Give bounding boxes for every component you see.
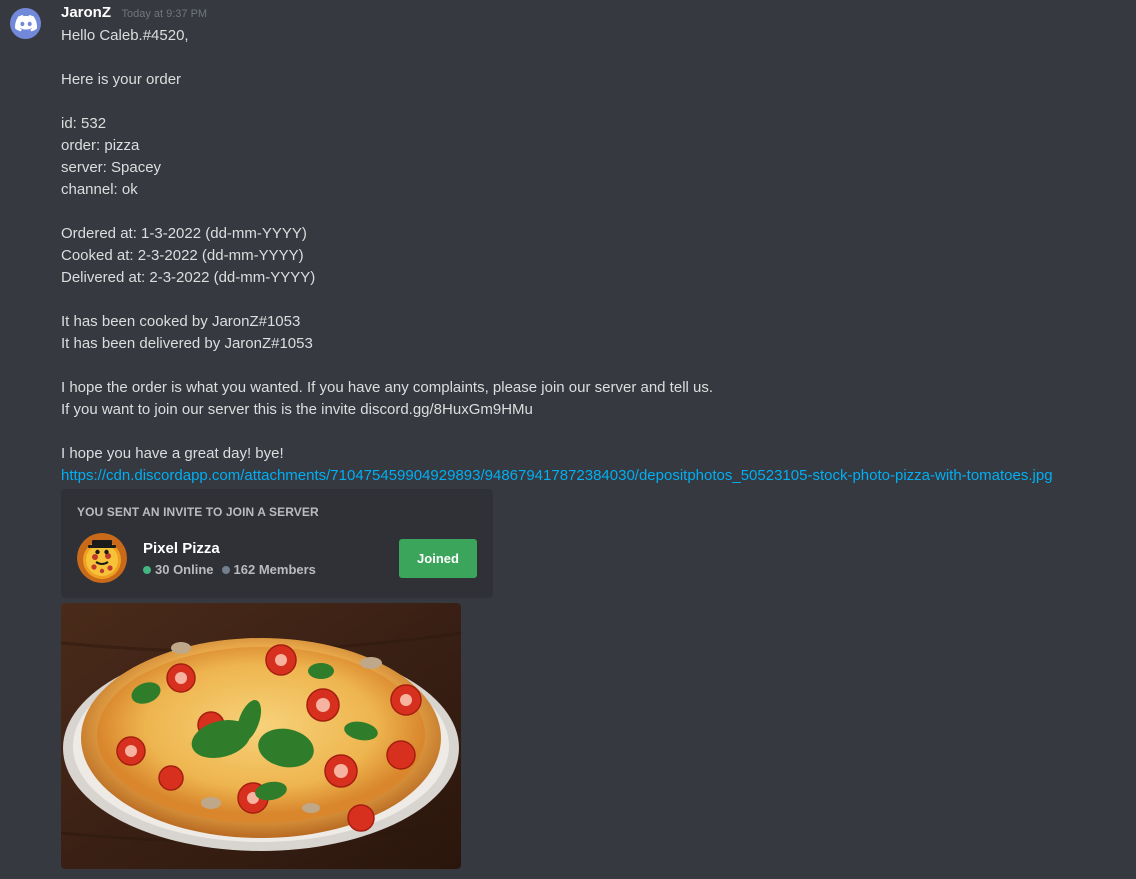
message-line: [61, 289, 1131, 311]
server-name[interactable]: Pixel Pizza: [143, 540, 220, 557]
message-line: order: pizza: [61, 137, 140, 154]
message-line: Here is your order: [61, 71, 182, 88]
server-stats: 30 Online 162 Members: [143, 562, 316, 577]
online-dot-icon: [143, 565, 151, 574]
message-line: [61, 201, 1131, 223]
message-line: id: 532: [61, 115, 107, 132]
message-line: [61, 421, 1131, 443]
username[interactable]: JaronZ: [61, 4, 111, 21]
invite-title: YOU SENT AN INVITE TO JOIN A SERVER: [77, 505, 319, 519]
pizza-photo: [61, 603, 461, 869]
message-line: [61, 47, 1131, 69]
pixel-pizza-server-icon[interactable]: [77, 533, 127, 583]
message-line: Ordered at: 1-3-2022 (dd-mm-YYYY): [61, 225, 307, 242]
member-count: 162 Members: [233, 562, 316, 577]
user-avatar[interactable]: [10, 8, 41, 39]
message-line: It has been cooked by JaronZ#1053: [61, 313, 301, 330]
joined-button[interactable]: Joined: [399, 539, 477, 578]
message-content: Hello Caleb.#4520, Here is your order id…: [61, 25, 1131, 487]
message-header: JaronZ Today at 9:37 PM: [61, 4, 207, 24]
message-line: server: Spacey: [61, 159, 162, 176]
message-line: [61, 91, 1131, 113]
discord-logo-icon: [14, 15, 37, 32]
chat-message: JaronZ Today at 9:37 PM Hello Caleb.#452…: [0, 0, 1136, 879]
attachment-link[interactable]: https://cdn.discordapp.com/attachments/7…: [61, 467, 1053, 484]
message-line: Cooked at: 2-3-2022 (dd-mm-YYYY): [61, 247, 304, 264]
message-line: If you want to join our server this is t…: [61, 401, 533, 418]
timestamp[interactable]: Today at 9:37 PM: [121, 8, 207, 20]
online-count: 30 Online: [155, 562, 214, 577]
message-line: [61, 355, 1131, 377]
attachment-image[interactable]: [61, 603, 461, 869]
message-line: channel: ok: [61, 181, 138, 198]
message-line: I hope you have a great day! bye!: [61, 445, 284, 462]
message-line: It has been delivered by JaronZ#1053: [61, 335, 313, 352]
message-line: Hello Caleb.#4520,: [61, 27, 189, 44]
message-line: Delivered at: 2-3-2022 (dd-mm-YYYY): [61, 269, 316, 286]
members-dot-icon: [221, 565, 230, 574]
server-invite-embed: YOU SENT AN INVITE TO JOIN A SERVER Pixe…: [61, 489, 493, 598]
message-line: I hope the order is what you wanted. If …: [61, 379, 714, 396]
